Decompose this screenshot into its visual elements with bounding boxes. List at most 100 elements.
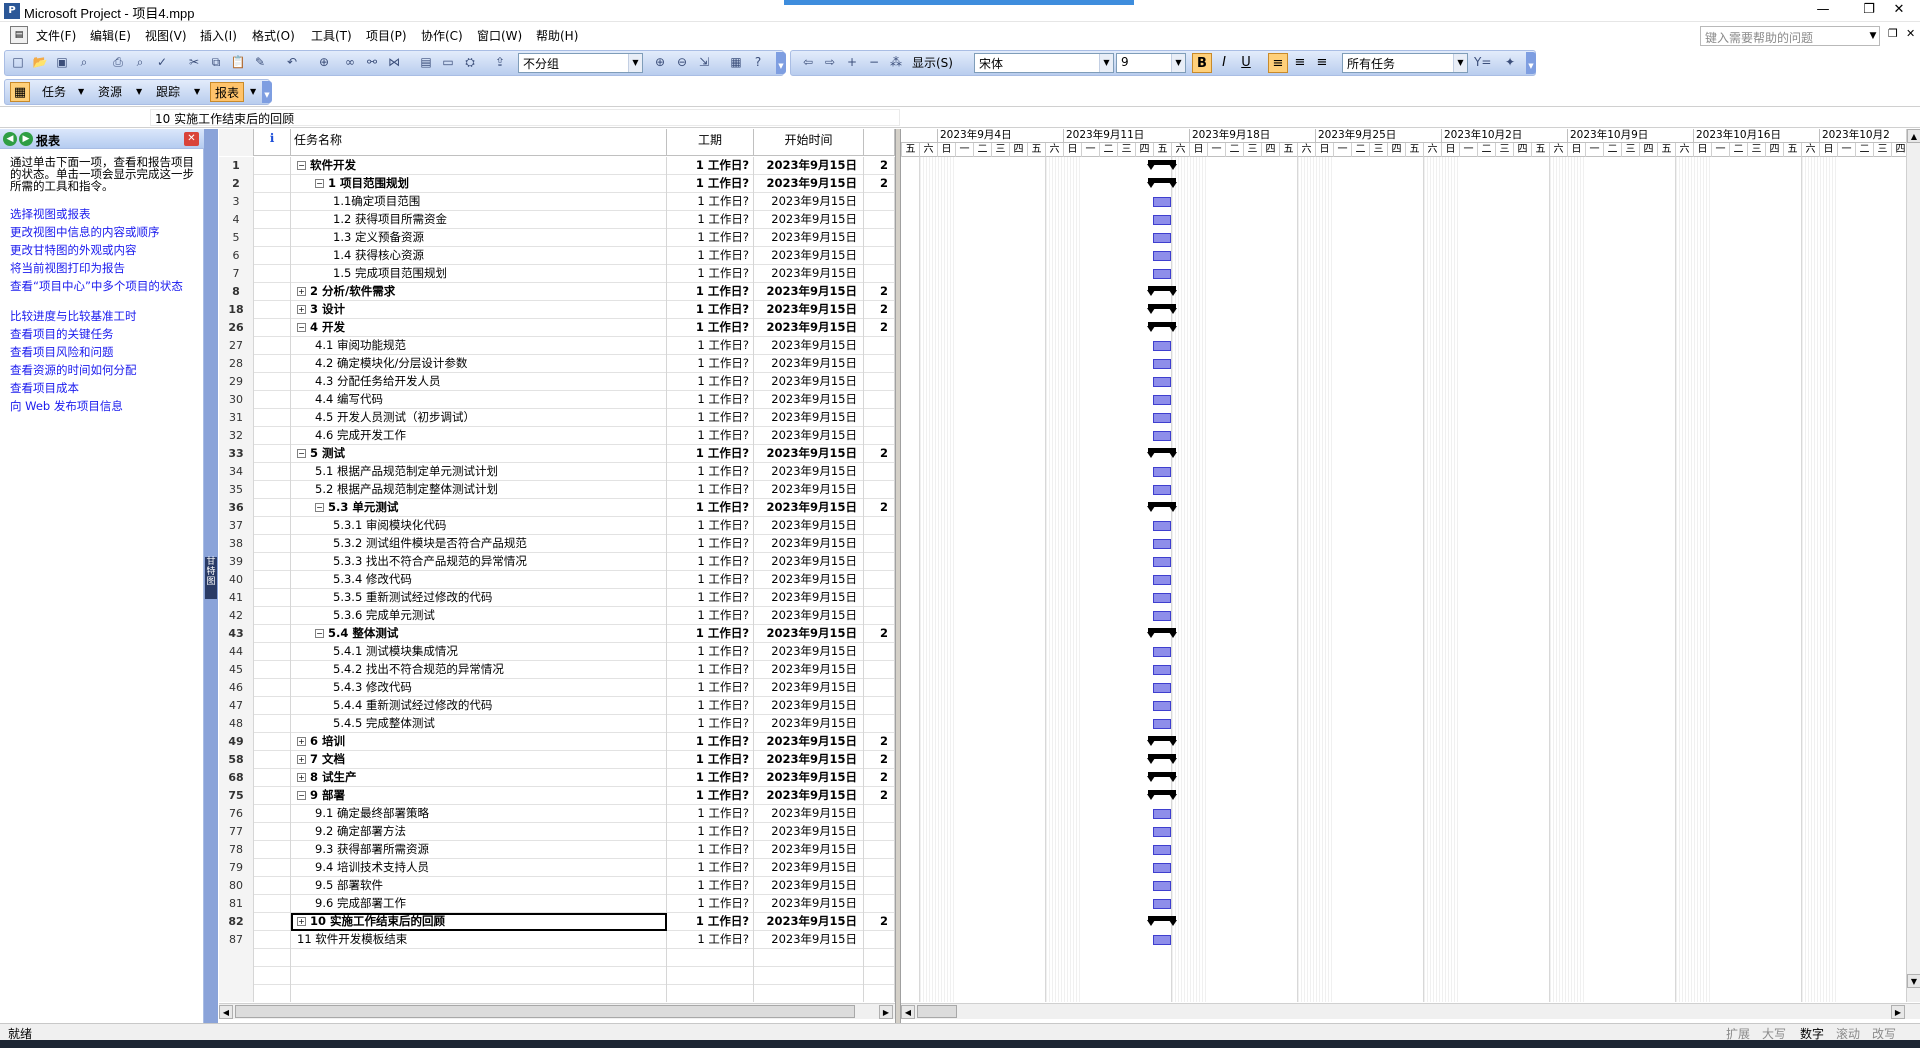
finish-cell[interactable]: 2 (864, 175, 895, 193)
task-name-cell[interactable]: 1.5 完成项目范围规划 (291, 265, 667, 283)
start-cell[interactable]: 2023年9月15日 (754, 265, 864, 283)
row-id[interactable]: 26 (219, 319, 254, 337)
task-notes-icon[interactable]: ▭ (440, 54, 456, 70)
format-painter-icon[interactable]: ✎ (252, 54, 268, 70)
table-row[interactable]: 8 +2 分析/软件需求 1 工作日? 2023年9月15日 2 (219, 283, 895, 301)
toggle-guide-icon[interactable]: ▦ (10, 82, 30, 102)
start-cell[interactable]: 2023年9月15日 (754, 481, 864, 499)
task-name-cell[interactable] (291, 985, 667, 1002)
menu-insert[interactable]: 插入(I) (200, 27, 237, 44)
open-icon[interactable]: 📂 (32, 54, 48, 70)
gantt-view-label[interactable]: 甘特图 (205, 557, 217, 599)
row-id[interactable]: 76 (219, 805, 254, 823)
start-cell[interactable]: 2023年9月15日 (754, 319, 864, 337)
table-row[interactable]: 78 9.3 获得部署所需资源 1 工作日? 2023年9月15日 (219, 841, 895, 859)
table-row[interactable]: 33−5 测试 1 工作日? 2023年9月15日 2 (219, 445, 895, 463)
table-row[interactable]: 28 4.2 确定模块化/分层设计参数 1 工作日? 2023年9月15日 (219, 355, 895, 373)
autofilter-icon[interactable]: Y= (1474, 54, 1491, 70)
table-row[interactable]: 41 5.3.5 重新测试经过修改的代码 1 工作日? 2023年9月15日 (219, 589, 895, 607)
close-icon[interactable]: ✕ (184, 132, 199, 146)
menu-format[interactable]: 格式(O) (252, 27, 295, 44)
duration-cell[interactable]: 1 工作日? (667, 157, 754, 175)
menu-collaborate[interactable]: 协作(C) (421, 27, 463, 44)
empty-row[interactable] (219, 949, 895, 967)
task-name-cell[interactable]: −9 部署 (291, 787, 667, 805)
table-row[interactable]: 76 9.1 确定最终部署策略 1 工作日? 2023年9月15日 (219, 805, 895, 823)
duration-cell[interactable]: 1 工作日? (667, 517, 754, 535)
row-id[interactable]: 45 (219, 661, 254, 679)
finish-cell[interactable] (864, 391, 895, 409)
row-id[interactable]: 58 (219, 751, 254, 769)
gantt-task-bar[interactable] (1153, 413, 1171, 423)
finish-cell[interactable]: 2 (864, 157, 895, 175)
gantt-horizontal-scrollbar[interactable]: ◀ ▶ (901, 1003, 1920, 1019)
table-row[interactable]: 7 1.5 完成项目范围规划 1 工作日? 2023年9月15日 (219, 265, 895, 283)
help-icon[interactable]: ? (750, 54, 766, 70)
filter-combo[interactable]: 所有任务 ▼ (1342, 53, 1468, 73)
task-name-cell[interactable] (291, 949, 667, 967)
task-name-cell[interactable]: 9.6 完成部署工作 (291, 895, 667, 913)
copy-picture-icon[interactable]: ▦ (728, 54, 744, 70)
underline-button[interactable]: U (1236, 53, 1256, 73)
table-row[interactable]: 5 1.3 定义预备资源 1 工作日? 2023年9月15日 (219, 229, 895, 247)
expand-icon[interactable]: + (297, 755, 306, 764)
gantt-task-bar[interactable] (1153, 845, 1171, 855)
gantt-task-bar[interactable] (1153, 557, 1171, 567)
start-cell[interactable]: 2023年9月15日 (754, 715, 864, 733)
guide-track-button[interactable]: 跟踪 (156, 82, 180, 102)
expand-icon[interactable]: + (297, 737, 306, 746)
gantt-task-bar[interactable] (1153, 467, 1171, 477)
duration-cell[interactable]: 1 工作日? (667, 733, 754, 751)
close-button[interactable]: ✕ (1876, 0, 1920, 22)
toolbar-options-icon[interactable]: ▼ (1526, 52, 1536, 74)
minimize-button[interactable]: — (1800, 0, 1846, 22)
collapse-icon[interactable]: − (315, 503, 324, 512)
row-id[interactable]: 18 (219, 301, 254, 319)
duration-cell[interactable] (667, 949, 754, 967)
toolbar-options-icon[interactable]: ▼ (776, 52, 786, 74)
gantt-task-bar[interactable] (1153, 539, 1171, 549)
finish-cell[interactable] (864, 535, 895, 553)
finish-cell[interactable] (864, 517, 895, 535)
task-name-cell[interactable]: 1.4 获得核心资源 (291, 247, 667, 265)
row-id[interactable]: 39 (219, 553, 254, 571)
link-project-center[interactable]: 查看“项目中心”中多个项目的状态 (10, 280, 200, 292)
duration-cell[interactable]: 1 工作日? (667, 481, 754, 499)
help-dropdown-arrow-icon[interactable]: ▼ (1866, 26, 1880, 46)
gantt-task-bar[interactable] (1153, 809, 1171, 819)
search-icon[interactable]: ⌕ (76, 54, 92, 70)
start-cell[interactable]: 2023年9月15日 (754, 373, 864, 391)
gantt-task-bar[interactable] (1153, 269, 1171, 279)
finish-cell[interactable] (864, 823, 895, 841)
gantt-summary-bar[interactable] (1147, 772, 1177, 782)
duration-cell[interactable]: 1 工作日? (667, 769, 754, 787)
row-id[interactable]: 80 (219, 877, 254, 895)
finish-cell[interactable] (864, 247, 895, 265)
task-name-cell[interactable]: 5.3.1 审阅模块化代码 (291, 517, 667, 535)
start-cell[interactable]: 2023年9月15日 (754, 499, 864, 517)
entry-field[interactable]: 10 实施工作结束后的回顾 (150, 109, 900, 126)
finish-cell[interactable] (864, 571, 895, 589)
table-row[interactable]: 30 4.4 编写代码 1 工作日? 2023年9月15日 (219, 391, 895, 409)
hide-subtasks-icon[interactable]: − (866, 54, 882, 70)
table-row[interactable]: 45 5.4.2 找出不符合规范的异常情况 1 工作日? 2023年9月15日 (219, 661, 895, 679)
start-column-header[interactable]: 开始时间 (754, 129, 864, 156)
row-id[interactable]: 42 (219, 607, 254, 625)
duration-cell[interactable] (667, 967, 754, 985)
row-id[interactable]: 82 (219, 913, 254, 931)
start-cell[interactable]: 2023年9月15日 (754, 355, 864, 373)
print-icon[interactable]: ⎙ (110, 54, 126, 70)
duration-cell[interactable]: 1 工作日? (667, 553, 754, 571)
gantt-summary-bar[interactable] (1147, 790, 1177, 800)
row-id[interactable]: 5 (219, 229, 254, 247)
scroll-left-icon[interactable]: ◀ (219, 1005, 233, 1019)
row-id[interactable]: 48 (219, 715, 254, 733)
start-cell[interactable]: 2023年9月15日 (754, 337, 864, 355)
gantt-task-bar[interactable] (1153, 575, 1171, 585)
start-cell[interactable]: 2023年9月15日 (754, 553, 864, 571)
start-cell[interactable] (754, 949, 864, 967)
task-name-cell[interactable]: −1 项目范围规划 (291, 175, 667, 193)
row-id[interactable]: 77 (219, 823, 254, 841)
task-name-cell[interactable]: −5 测试 (291, 445, 667, 463)
row-id[interactable]: 68 (219, 769, 254, 787)
